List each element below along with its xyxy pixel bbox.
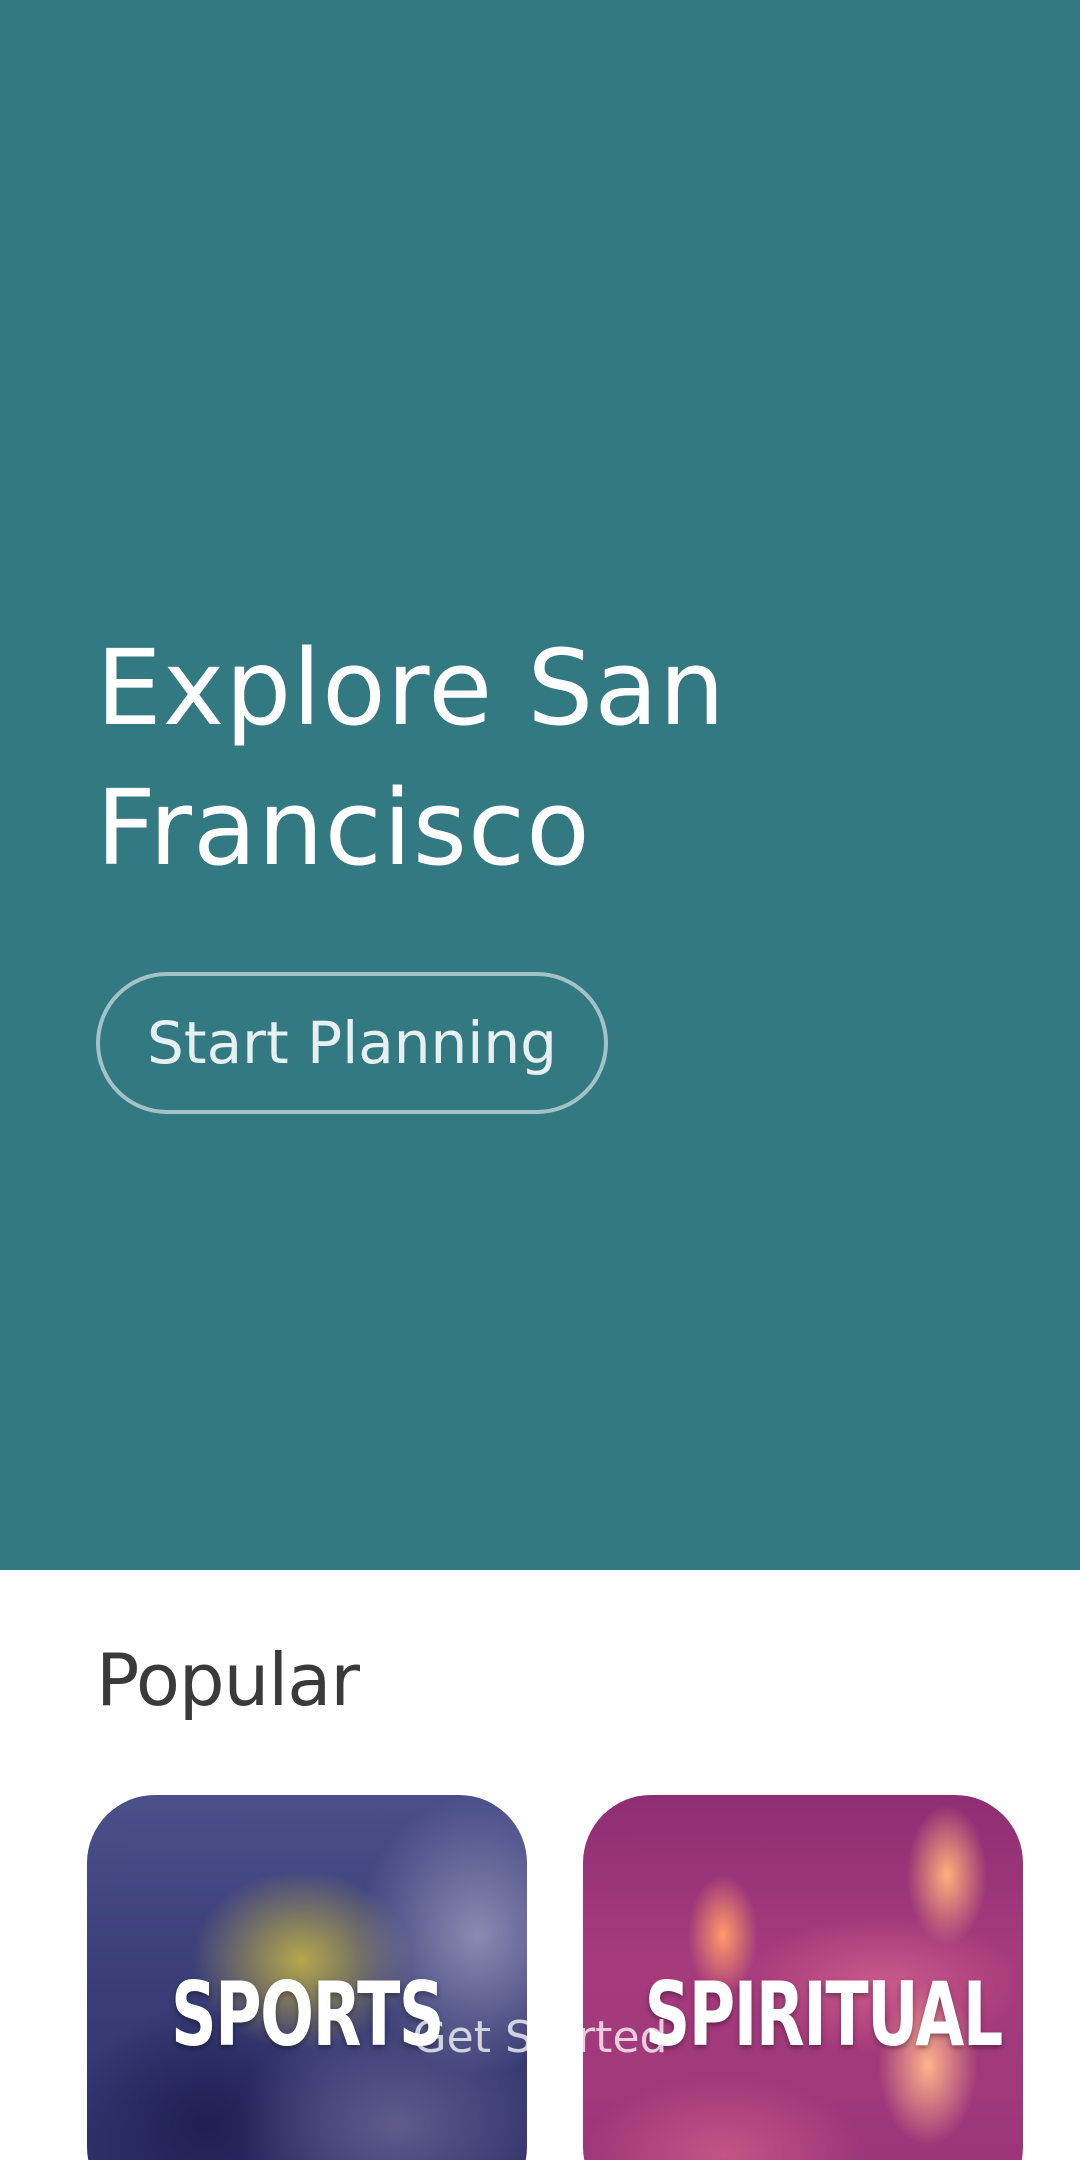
hero-title: Explore San Francisco [96, 627, 726, 889]
category-card-sports[interactable]: SPORTS [87, 1795, 527, 2160]
start-planning-button[interactable]: Start Planning [96, 972, 608, 1114]
category-card-spiritual[interactable]: SPIRITUAL [583, 1795, 1023, 2160]
home-screen: Explore San Francisco Start Planning Pop… [0, 0, 1080, 2160]
hero-banner: Explore San Francisco Start Planning [0, 0, 1080, 1570]
popular-heading: Popular [96, 1638, 360, 1722]
get-started-link[interactable]: Get Started [0, 2008, 1080, 2068]
